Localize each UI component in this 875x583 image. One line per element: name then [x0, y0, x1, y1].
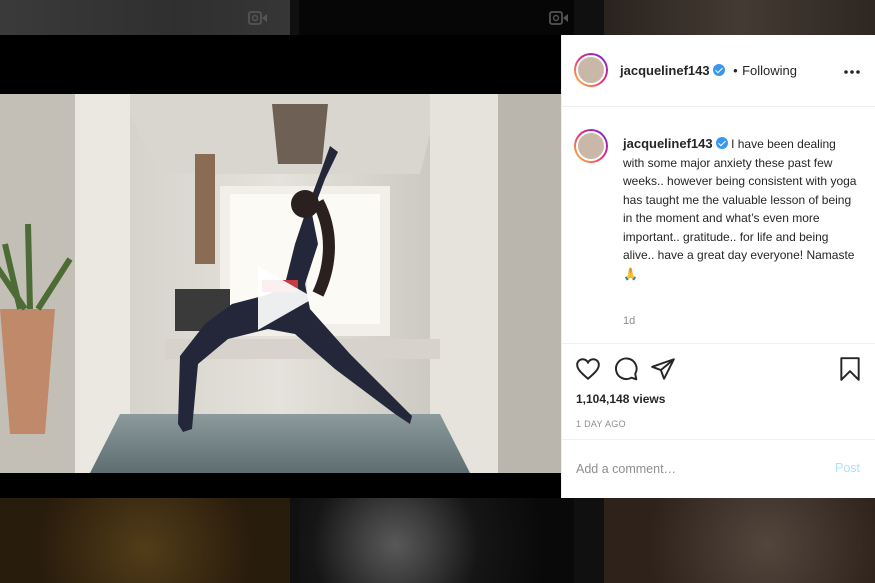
video-player[interactable]: [0, 94, 561, 473]
post-actions: 1,104,148 views 1 DAY AGO: [562, 343, 875, 439]
follow-separator: •: [733, 63, 738, 78]
post-caption: jacquelinef143 I have been dealing with …: [623, 135, 859, 283]
avatar[interactable]: [574, 53, 608, 87]
verified-badge-icon: [712, 64, 725, 76]
following-button[interactable]: Following: [742, 63, 797, 78]
play-icon[interactable]: [250, 262, 318, 334]
caption-text: I have been dealing with some major anxi…: [623, 137, 857, 281]
post-header: jacquelinef143 • Following: [562, 35, 875, 107]
post-details-panel: jacquelinef143 • Following jacquelinef14…: [561, 35, 875, 498]
post-comment-button[interactable]: Post: [835, 461, 860, 475]
caption-avatar[interactable]: [574, 129, 608, 163]
post-media: [0, 35, 561, 498]
more-options-icon[interactable]: [844, 69, 860, 75]
heart-icon[interactable]: [575, 356, 601, 382]
caption-username-link[interactable]: jacquelinef143: [623, 136, 713, 151]
comment-bar: Post: [562, 439, 875, 498]
post-date[interactable]: 1 DAY AGO: [576, 419, 626, 429]
view-count[interactable]: 1,104,148 views: [576, 392, 665, 406]
comment-input[interactable]: [576, 458, 806, 480]
share-icon[interactable]: [650, 356, 676, 382]
verified-badge-icon: [715, 137, 728, 149]
caption-age[interactable]: 1d: [623, 315, 635, 327]
comment-icon[interactable]: [613, 356, 639, 382]
username-link[interactable]: jacquelinef143: [620, 63, 710, 78]
bookmark-icon[interactable]: [837, 356, 863, 382]
